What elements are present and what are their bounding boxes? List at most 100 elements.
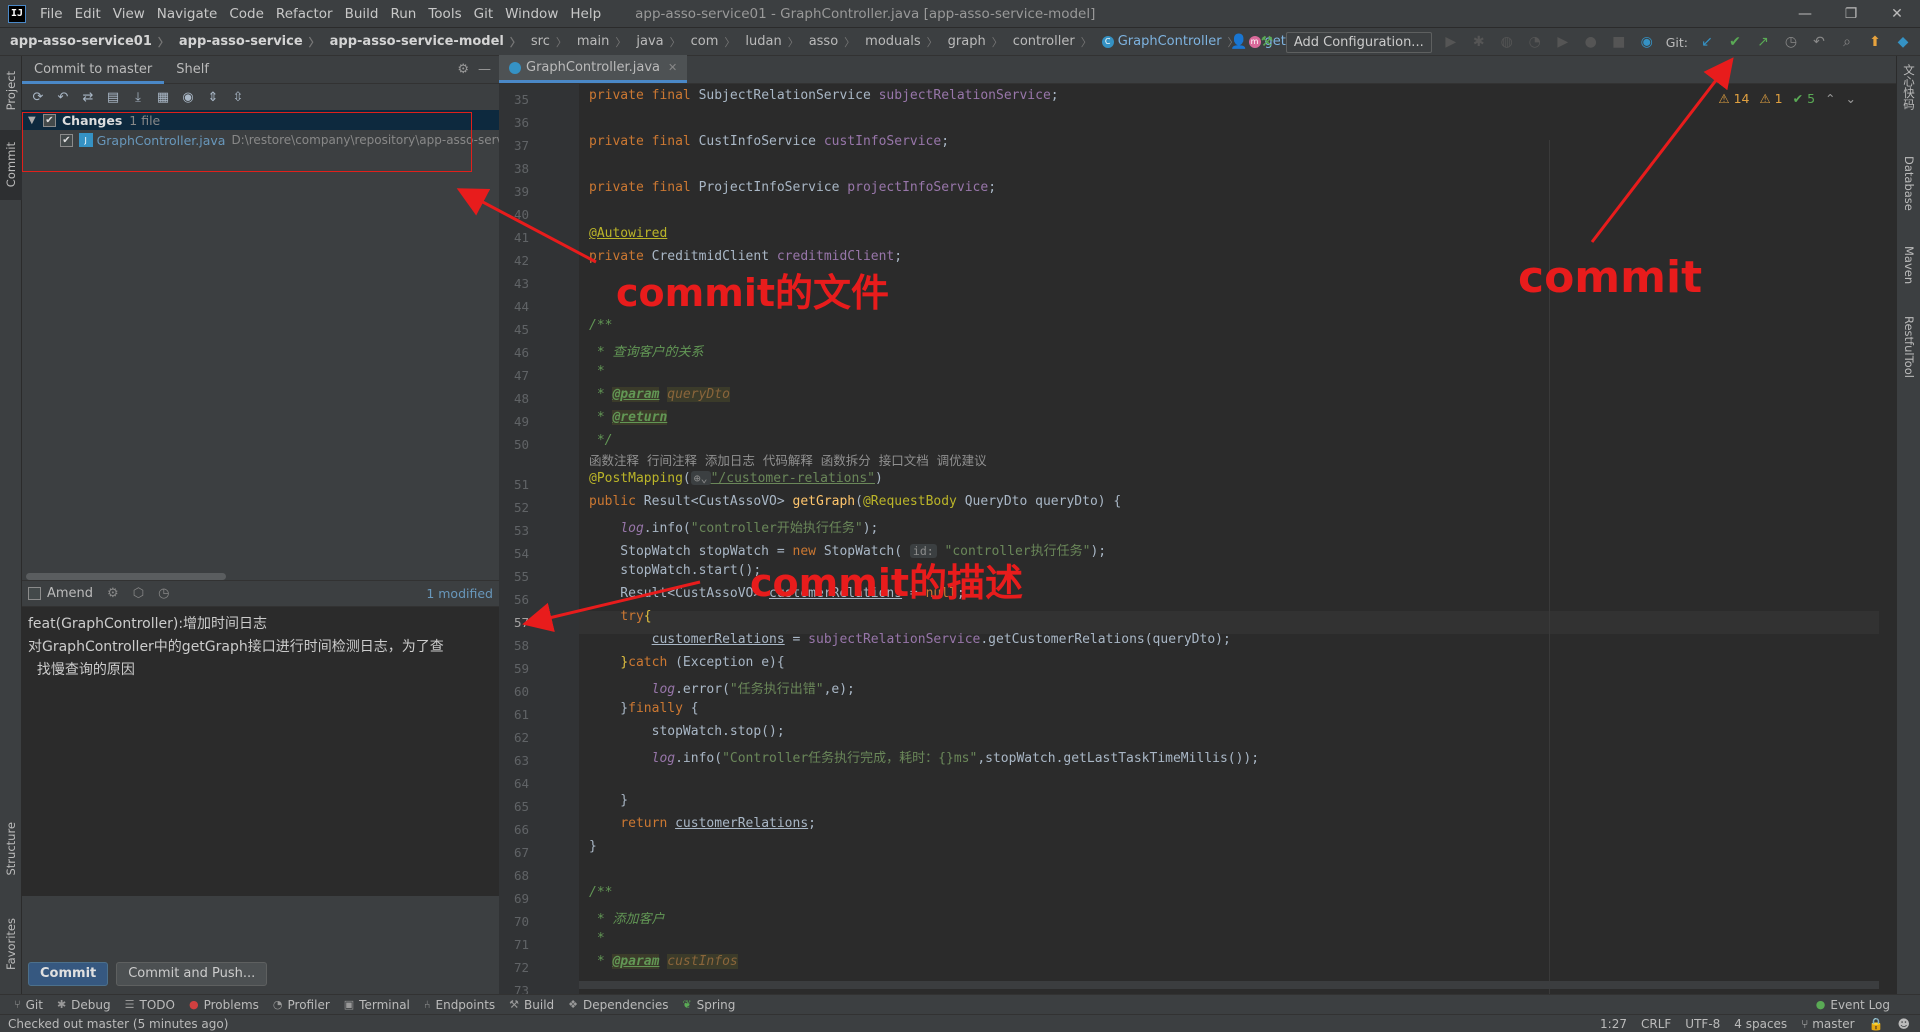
- line-separator[interactable]: CRLF: [1641, 1017, 1671, 1031]
- user-icon[interactable]: 👤: [1230, 33, 1248, 51]
- toolwin-spring[interactable]: ❦ Spring: [682, 998, 735, 1012]
- toolwin-git[interactable]: ⑂ Git: [14, 998, 43, 1012]
- menu-navigate[interactable]: Navigate: [151, 6, 224, 22]
- menu-tools[interactable]: Tools: [422, 6, 467, 22]
- changelist-icon[interactable]: ▤: [105, 89, 121, 105]
- minimize-icon[interactable]: —: [1782, 0, 1828, 28]
- lock-icon[interactable]: 🔒: [1869, 1017, 1884, 1031]
- rollback-icon[interactable]: ↶: [1810, 33, 1828, 51]
- git-update-icon[interactable]: ↙: [1698, 33, 1716, 51]
- hide-panel-icon[interactable]: —: [478, 62, 491, 77]
- file-encoding[interactable]: UTF-8: [1685, 1017, 1720, 1031]
- toolwin-endpoints[interactable]: ⑃ Endpoints: [424, 998, 495, 1012]
- settings-gear-icon[interactable]: ⚙: [457, 62, 469, 77]
- debug-icon[interactable]: ✱: [1470, 33, 1488, 51]
- collapse-all-icon[interactable]: ⇳: [230, 89, 246, 105]
- breadcrumb-src[interactable]: src 〉: [521, 34, 567, 50]
- menu-git[interactable]: Git: [468, 6, 500, 22]
- close-tab-icon[interactable]: ✕: [668, 61, 677, 74]
- profile-icon[interactable]: ◔: [1526, 33, 1544, 51]
- message-history-icon[interactable]: ◷: [158, 586, 169, 601]
- commit-template-icon[interactable]: ⬡: [133, 586, 144, 601]
- breadcrumb-main[interactable]: main 〉: [567, 34, 626, 50]
- toolwin-debug[interactable]: ✱ Debug: [57, 998, 111, 1012]
- tab-restfultool[interactable]: RestfulTool: [1897, 316, 1920, 426]
- menu-edit[interactable]: Edit: [69, 6, 107, 22]
- breadcrumb-moduals[interactable]: moduals 〉: [855, 34, 937, 50]
- breadcrumb-project[interactable]: app-asso-service01 〉: [0, 34, 169, 50]
- resume-icon[interactable]: ▶: [1554, 33, 1572, 51]
- menu-code[interactable]: Code: [223, 6, 270, 22]
- horizontal-scrollbar[interactable]: [26, 573, 226, 580]
- toolwin-todo[interactable]: ☰ TODO: [125, 998, 175, 1012]
- tab-shelf[interactable]: Shelf: [164, 56, 221, 84]
- refresh-icon[interactable]: ⟳: [30, 89, 46, 105]
- download-icon[interactable]: ⤓: [130, 89, 146, 105]
- tab-project[interactable]: Project: [0, 60, 22, 122]
- tab-structure[interactable]: Structure: [0, 814, 22, 884]
- plugin-icon[interactable]: ◆: [1894, 33, 1912, 51]
- breadcrumb-java[interactable]: java 〉: [626, 34, 680, 50]
- breadcrumb-module[interactable]: app-asso-service 〉: [169, 34, 320, 50]
- git-push-icon[interactable]: ↗: [1754, 33, 1772, 51]
- breadcrumb-asso[interactable]: asso 〉: [799, 34, 855, 50]
- commit-and-push-button[interactable]: Commit and Push...: [116, 962, 268, 986]
- tab-database[interactable]: Database: [1897, 156, 1920, 236]
- toolwin-problems[interactable]: ● Problems: [189, 998, 259, 1012]
- editor-horizontal-scrollbar[interactable]: [579, 981, 1879, 989]
- caret-position[interactable]: 1:27: [1600, 1017, 1627, 1031]
- tab-commit[interactable]: Commit: [0, 130, 22, 200]
- record-icon[interactable]: ●: [1582, 33, 1600, 51]
- breadcrumb-graph[interactable]: graph 〉: [938, 34, 1003, 50]
- menu-file[interactable]: File: [34, 6, 69, 22]
- expand-all-icon[interactable]: ⇕: [205, 89, 221, 105]
- close-icon[interactable]: ✕: [1874, 0, 1920, 28]
- amend-checkbox[interactable]: [28, 587, 41, 600]
- toolwin-profiler[interactable]: ◔ Profiler: [273, 998, 330, 1012]
- jrebel-icon[interactable]: ◉: [1638, 33, 1656, 51]
- build-hammer-icon[interactable]: ⚒: [1258, 33, 1276, 51]
- git-commit-icon[interactable]: ✔: [1726, 33, 1744, 51]
- search-icon[interactable]: ⌕: [1838, 33, 1856, 51]
- menu-refactor[interactable]: Refactor: [270, 6, 339, 22]
- history-icon[interactable]: ◷: [1782, 33, 1800, 51]
- git-branch[interactable]: ⑂ master: [1801, 1017, 1854, 1031]
- code-line: }: [589, 839, 597, 854]
- group-by-icon[interactable]: ▦: [155, 89, 171, 105]
- tab-commit-to-master[interactable]: Commit to master: [22, 56, 165, 84]
- stop-icon[interactable]: ■: [1610, 33, 1628, 51]
- menu-run[interactable]: Run: [384, 6, 422, 22]
- tab-maven[interactable]: Maven: [1897, 246, 1920, 306]
- add-configuration-button[interactable]: Add Configuration...: [1285, 31, 1432, 53]
- breadcrumb-ludan[interactable]: ludan 〉: [735, 34, 798, 50]
- update-icon[interactable]: ⬆: [1866, 33, 1884, 51]
- options-gear-icon[interactable]: ⚙: [107, 586, 119, 601]
- commit-button[interactable]: Commit: [28, 962, 109, 986]
- toolwin-build[interactable]: ⚒ Build: [509, 998, 554, 1012]
- toolwin-event-log[interactable]: ● Event Log: [1816, 998, 1890, 1012]
- menu-view[interactable]: View: [107, 6, 151, 22]
- menu-window[interactable]: Window: [499, 6, 564, 22]
- commit-message-input[interactable]: feat(GraphController):增加时间日志 对GraphContr…: [22, 606, 499, 896]
- breadcrumb-com[interactable]: com 〉: [681, 34, 736, 50]
- inspector-icon[interactable]: ☻: [1897, 1017, 1910, 1031]
- spring-icon: ❦: [682, 998, 692, 1011]
- indent-setting[interactable]: 4 spaces: [1734, 1017, 1787, 1031]
- breadcrumb-controller[interactable]: controller 〉: [1003, 34, 1092, 50]
- breadcrumb-class[interactable]: C GraphController 〉: [1092, 34, 1239, 50]
- run-icon[interactable]: ▶: [1442, 33, 1460, 51]
- code-vision-actions[interactable]: 函数注释 行间注释 添加日志 代码解释 函数拆分 接口文档 调优建议: [589, 450, 987, 469]
- restore-icon[interactable]: ❐: [1828, 0, 1874, 28]
- rollback-icon[interactable]: ↶: [55, 89, 71, 105]
- editor-tab-graphcontroller[interactable]: GraphController.java ✕: [499, 55, 688, 83]
- diff-icon[interactable]: ⇄: [80, 89, 96, 105]
- tab-favorites[interactable]: Favorites: [0, 906, 22, 982]
- eye-icon[interactable]: ◉: [180, 89, 196, 105]
- toolwin-dependencies[interactable]: ❖ Dependencies: [568, 998, 668, 1012]
- breadcrumb-submodule[interactable]: app-asso-service-model 〉: [320, 34, 521, 50]
- menu-help[interactable]: Help: [564, 6, 607, 22]
- toolwin-terminal[interactable]: ▣ Terminal: [344, 998, 410, 1012]
- coverage-icon[interactable]: ◍: [1498, 33, 1516, 51]
- menu-build[interactable]: Build: [339, 6, 385, 22]
- tab-wenxin[interactable]: 文心快码: [1897, 64, 1920, 144]
